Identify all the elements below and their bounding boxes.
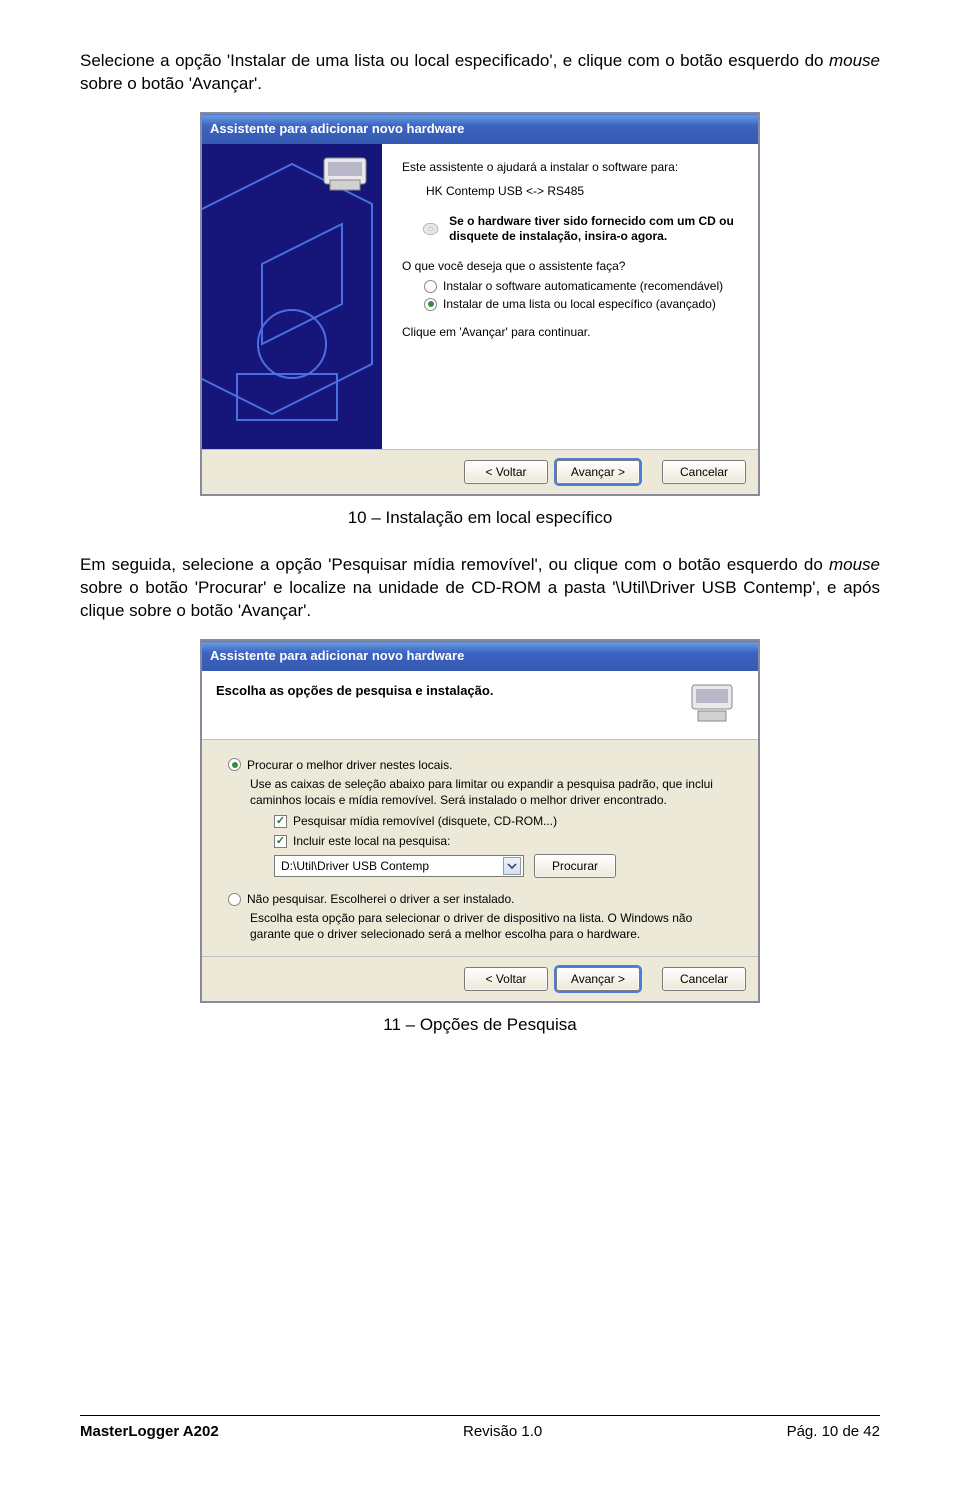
cancel-button[interactable]: Cancelar [662, 460, 746, 484]
hardware-wizard-dialog-1: Assistente para adicionar novo hardware [200, 112, 760, 496]
check-include-label: Incluir este local na pesquisa: [293, 834, 450, 848]
hardware-wizard-dialog-2: Assistente para adicionar novo hardware … [200, 639, 760, 1004]
radio-auto-label: Instalar o software automaticamente (rec… [443, 279, 723, 293]
titlebar-2-text: Assistente para adicionar novo hardware [210, 648, 464, 663]
browse-button[interactable]: Procurar [534, 854, 616, 878]
button-strip-1: < Voltar Avançar > Cancelar [202, 449, 758, 494]
cancel-button[interactable]: Cancelar [662, 967, 746, 991]
device-name: HK Contemp USB <-> RS485 [426, 184, 738, 198]
radio-auto[interactable]: Instalar o software automaticamente (rec… [424, 279, 738, 293]
checkbox-checked-icon [274, 835, 287, 848]
no-search-desc: Escolha esta opção para selecionar o dri… [250, 910, 736, 942]
figure-11-caption: 11 – Opções de Pesquisa [80, 1015, 880, 1035]
titlebar-2: Assistente para adicionar novo hardware [202, 641, 758, 671]
chevron-down-icon[interactable] [503, 857, 521, 875]
radio-list[interactable]: Instalar de uma lista ou local específic… [424, 297, 738, 311]
intro1-part-c: sobre o botão 'Avançar'. [80, 74, 262, 93]
path-combobox[interactable]: D:\Util\Driver USB Contemp [274, 855, 524, 877]
radio-list-label: Instalar de uma lista ou local específic… [443, 297, 716, 311]
check-removable[interactable]: Pesquisar mídia removível (disquete, CD-… [274, 814, 736, 828]
intro2-part-c: sobre o botão 'Procurar' e localize na u… [80, 578, 880, 620]
footer-separator [80, 1415, 880, 1416]
intro-paragraph-1: Selecione a opção 'Instalar de uma lista… [80, 50, 880, 96]
intro1-part-a: Selecione a opção 'Instalar de uma lista… [80, 51, 829, 70]
back-button[interactable]: < Voltar [464, 460, 548, 484]
button-strip-2: < Voltar Avançar > Cancelar [202, 956, 758, 1001]
next-button[interactable]: Avançar > [556, 967, 640, 991]
radio-on-icon [424, 298, 437, 311]
titlebar-text: Assistente para adicionar novo hardware [210, 121, 464, 136]
radio-best-label: Procurar o melhor driver nestes locais. [247, 758, 452, 772]
device-icon [688, 683, 744, 727]
radio-off-icon [424, 280, 437, 293]
intro-paragraph-2: Em seguida, selecione a opção 'Pesquisar… [80, 554, 880, 623]
wizard-prompt: O que você deseja que o assistente faça? [402, 259, 738, 273]
footer-mid: Revisão 1.0 [463, 1423, 542, 1440]
footer-right: Pág. 10 de 42 [787, 1423, 880, 1440]
back-button[interactable]: < Voltar [464, 967, 548, 991]
intro2-part-a: Em seguida, selecione a opção 'Pesquisar… [80, 555, 829, 574]
check-removable-label: Pesquisar mídia removível (disquete, CD-… [293, 814, 557, 828]
cd-note-block: Se o hardware tiver sido fornecido com u… [422, 214, 738, 245]
checkbox-checked-icon [274, 815, 287, 828]
radio-no-search-label: Não pesquisar. Escolherei o driver a ser… [247, 892, 514, 906]
wizard-subheader: Escolha as opções de pesquisa e instalaç… [202, 671, 758, 740]
wizard-artwork [202, 144, 382, 449]
path-value: D:\Util\Driver USB Contemp [281, 859, 429, 873]
next-button[interactable]: Avançar > [556, 460, 640, 484]
path-row: D:\Util\Driver USB Contemp Procurar [274, 854, 736, 878]
wizard-intro: Este assistente o ajudará a instalar o s… [402, 160, 738, 174]
radio-off-icon [228, 893, 241, 906]
cd-note-text: Se o hardware tiver sido fornecido com u… [449, 214, 738, 245]
intro1-mouse: mouse [829, 51, 880, 70]
click-next-hint: Clique em 'Avançar' para continuar. [402, 325, 738, 339]
search-options-body: Procurar o melhor driver nestes locais. … [202, 740, 758, 957]
figure-10-caption: 10 – Instalação em local específico [80, 508, 880, 528]
cd-icon [422, 214, 439, 244]
check-include-location[interactable]: Incluir este local na pesquisa: [274, 834, 736, 848]
radio-on-icon [228, 758, 241, 771]
radio-best-driver[interactable]: Procurar o melhor driver nestes locais. [228, 758, 736, 772]
footer: MasterLogger A202 Revisão 1.0 Pág. 10 de… [80, 1423, 880, 1440]
titlebar: Assistente para adicionar novo hardware [202, 114, 758, 144]
radio-no-search[interactable]: Não pesquisar. Escolherei o driver a ser… [228, 892, 736, 906]
intro2-mouse: mouse [829, 555, 880, 574]
wizard-right-pane: Este assistente o ajudará a instalar o s… [382, 144, 758, 449]
footer-left: MasterLogger A202 [80, 1423, 219, 1440]
best-driver-desc: Use as caixas de seleção abaixo para lim… [250, 776, 736, 808]
wizard-subheader-title: Escolha as opções de pesquisa e instalaç… [216, 683, 493, 698]
